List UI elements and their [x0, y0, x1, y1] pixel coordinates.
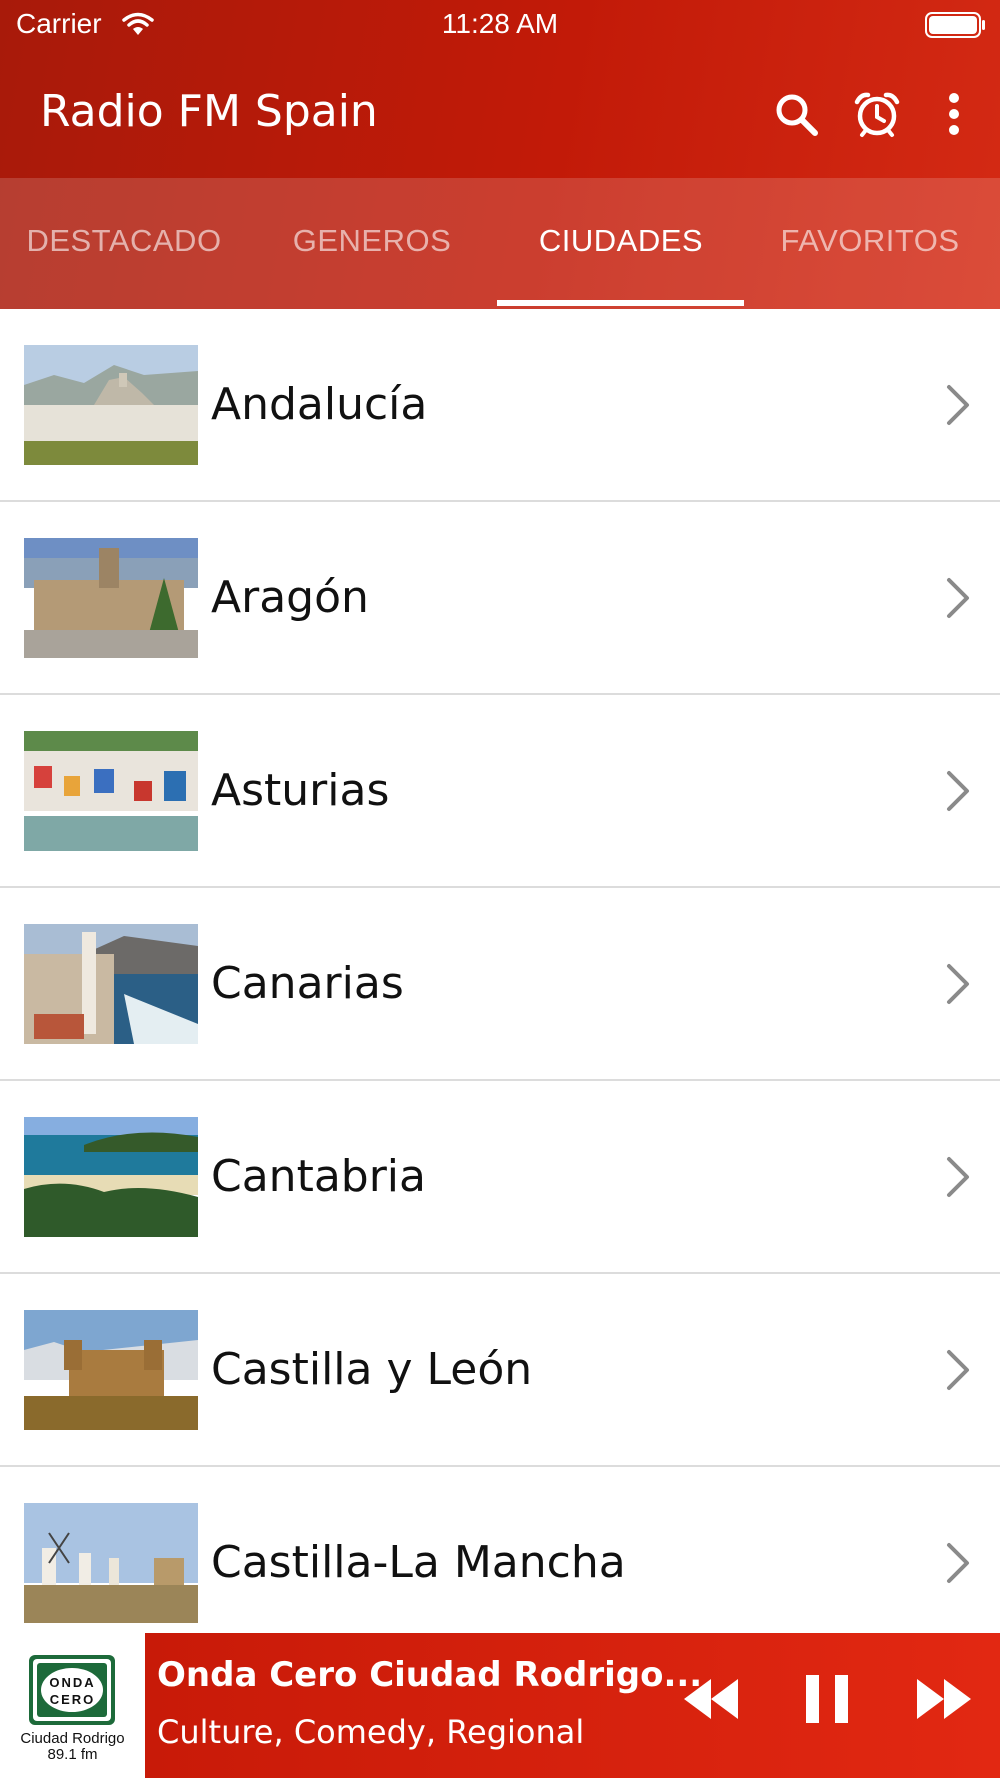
region-label: Castilla-La Mancha [211, 1537, 626, 1588]
region-label: Aragón [211, 572, 369, 623]
player-station-title: Onda Cero Ciudad Rodrigo... [157, 1655, 703, 1695]
tab-ciudades[interactable]: CIUDADES [497, 178, 745, 309]
region-thumbnail [24, 1310, 198, 1430]
list-item-aragon[interactable]: Aragón [0, 502, 1000, 695]
logo-line-1: ONDA [49, 1675, 96, 1690]
logo-line-2: CERO [49, 1692, 96, 1707]
region-thumbnail [24, 924, 198, 1044]
region-thumbnail [24, 1117, 198, 1237]
chevron-right-icon [944, 962, 972, 1010]
chevron-right-icon [944, 383, 972, 431]
list-item-asturias[interactable]: Asturias [0, 695, 1000, 888]
app-title: Radio FM Spain [40, 86, 378, 137]
app-header: Carrier 11:28 AM Radio FM Spain DESTACAD… [0, 0, 1000, 309]
tab-bar: DESTACADO GENEROS CIUDADES FAVORITOS [0, 178, 1000, 309]
region-thumbnail [24, 538, 198, 658]
chevron-right-icon [944, 1155, 972, 1203]
logo-caption-frequency: 89.1 fm [47, 1746, 98, 1763]
region-thumbnail [24, 731, 198, 851]
list-item-canarias[interactable]: Canarias [0, 888, 1000, 1081]
chevron-right-icon [944, 769, 972, 817]
logo-caption-city: Ciudad Rodrigo [20, 1730, 125, 1747]
search-icon[interactable] [772, 90, 820, 138]
player-bar: Onda Cero Ciudad Rodrigo... Culture, Com… [145, 1633, 1000, 1778]
chevron-right-icon [944, 1348, 972, 1396]
region-label: Canarias [211, 958, 404, 1009]
status-time: 11:28 AM [441, 8, 559, 39]
list-item-cantabria[interactable]: Cantabria [0, 1081, 1000, 1274]
more-vertical-icon[interactable] [942, 90, 966, 138]
rewind-icon[interactable] [680, 1673, 742, 1729]
tab-generos[interactable]: GENEROS [248, 178, 496, 309]
region-thumbnail [24, 1503, 198, 1623]
station-logo: ONDA CERO Ciudad Rodrigo 89.1 fm [0, 1633, 145, 1778]
pause-icon[interactable] [804, 1673, 850, 1729]
player-station-genres: Culture, Comedy, Regional [157, 1713, 585, 1751]
fast-forward-icon[interactable] [913, 1673, 975, 1729]
list-item-andalucia[interactable]: Andalucía [0, 309, 1000, 502]
region-label: Castilla y León [211, 1344, 533, 1395]
status-bar: Carrier 11:28 AM [0, 0, 1000, 52]
region-label: Cantabria [211, 1151, 426, 1202]
tab-favoritos[interactable]: FAVORITOS [746, 178, 994, 309]
active-tab-indicator [497, 300, 744, 306]
tab-destacado[interactable]: DESTACADO [0, 178, 248, 309]
region-label: Asturias [211, 765, 390, 816]
chevron-right-icon [944, 576, 972, 624]
battery-icon [925, 12, 987, 42]
region-thumbnail [24, 345, 198, 465]
region-label: Andalucía [211, 379, 428, 430]
list-item-castilla-la-mancha[interactable]: Castilla-La Mancha [0, 1467, 1000, 1660]
chevron-right-icon [944, 1541, 972, 1589]
list-item-castilla-y-leon[interactable]: Castilla y León [0, 1274, 1000, 1467]
mini-player[interactable]: ONDA CERO Ciudad Rodrigo 89.1 fm Onda Ce… [0, 1633, 1000, 1778]
alarm-icon[interactable] [853, 90, 901, 138]
